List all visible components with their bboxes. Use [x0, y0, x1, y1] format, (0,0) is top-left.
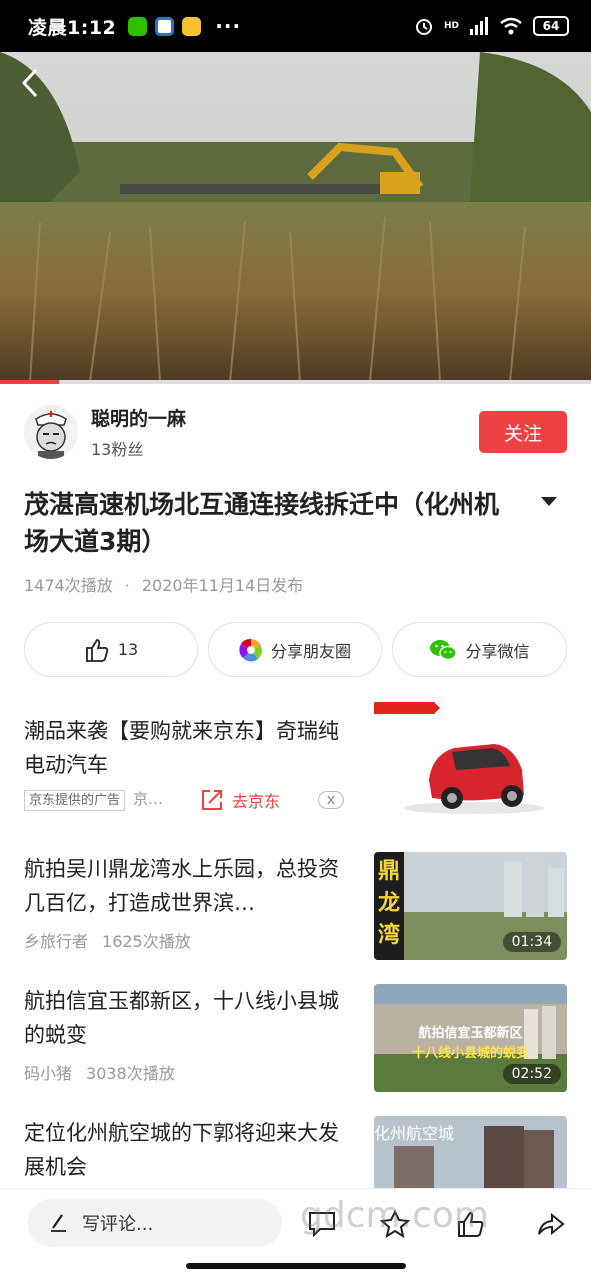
like-button[interactable]: 13 — [24, 622, 198, 677]
expand-title-icon[interactable] — [539, 494, 559, 508]
comment-input[interactable]: 写评论... — [28, 1199, 282, 1247]
comment-placeholder: 写评论... — [82, 1214, 154, 1235]
view-count: 1474次播放 — [24, 576, 113, 595]
like-count: 13 — [117, 640, 139, 659]
list-item-meta: 码小猪 3038次播放 — [24, 1060, 175, 1084]
thumbnail-caption: 航拍信宜玉都新区 十八线小县城的蜕变 — [374, 1024, 567, 1064]
share-icon[interactable] — [536, 1209, 566, 1239]
list-item-plays: 1625次播放 — [102, 932, 191, 951]
list-item-thumbnail[interactable]: 鼎龙湾 01:34 — [374, 852, 567, 960]
author-name[interactable]: 聪明的一麻 — [91, 404, 186, 431]
external-link-icon — [202, 790, 222, 810]
messenger-app-icon — [155, 16, 175, 36]
share-moments-label: 分享朋友圈 — [270, 641, 351, 661]
screen: 凌晨1:12 ··· HD 64 聪明的一麻 13粉丝 关注 茂湛高速机场北互通… — [0, 0, 591, 1280]
list-item-title: 航拍吴川鼎龙湾水上乐园，总投资几百亿，打造成世界滨… — [24, 857, 339, 915]
wifi-icon — [500, 17, 522, 35]
status-bar: 凌晨1:12 ··· HD 64 — [0, 0, 591, 52]
avatar[interactable] — [24, 405, 78, 459]
avatar-image — [24, 405, 78, 459]
list-item[interactable]: 航拍吴川鼎龙湾水上乐园，总投资几百亿，打造成世界滨… 乡旅行者 1625次播放 鼎… — [24, 852, 567, 960]
thumbs-up-icon — [85, 638, 109, 662]
share-wechat-label: 分享微信 — [465, 641, 530, 661]
ad-cta-label: 去京东 — [232, 792, 281, 811]
thumbnail-caption-line-2: 十八线小县城的蜕变 — [411, 1046, 529, 1061]
signal-icon — [470, 17, 488, 35]
duration-badge: 02:52 — [502, 1064, 561, 1084]
back-icon[interactable] — [18, 66, 42, 100]
author-row: 聪明的一麻 13粉丝 关注 — [24, 404, 567, 460]
status-app-icons — [128, 16, 202, 36]
list-item-thumbnail[interactable]: 航拍信宜玉都新区 十八线小县城的蜕变 02:52 — [374, 984, 567, 1092]
list-item-title: 航拍信宜玉都新区，十八线小县城的蜕变 — [24, 989, 339, 1047]
ad-title: 潮品来袭【要购就来京东】奇瑞纯电动汽车 — [24, 719, 339, 777]
list-item-title: 定位化州航空城的下郭将迎来大发展机会 — [24, 1121, 339, 1179]
moments-icon — [239, 638, 262, 661]
list-item-author: 乡旅行者 — [24, 932, 89, 951]
share-wechat-button[interactable]: 分享微信 — [392, 622, 567, 677]
publish-date: 2020年11月14日发布 — [141, 576, 304, 595]
ad-source: 京… — [133, 790, 164, 808]
list-item[interactable]: 航拍信宜玉都新区，十八线小县城的蜕变 码小猪 3038次播放 航拍信宜玉都新区 十… — [24, 984, 567, 1092]
status-time: 凌晨1:12 — [28, 16, 117, 39]
list-item[interactable]: 定位化州航空城的下郭将迎来大发展机会 化州航空城 — [24, 1116, 567, 1188]
video-meta: 1474次播放 · 2020年11月14日发布 — [24, 572, 303, 596]
close-icon — [327, 795, 335, 805]
share-moments-button[interactable]: 分享朋友圈 — [208, 622, 382, 677]
video-frame — [0, 52, 591, 382]
thumbnail-caption: 化州航空城 — [374, 1124, 455, 1143]
author-fans: 13粉丝 — [91, 440, 144, 459]
alarm-icon — [415, 19, 432, 35]
author-info: 聪明的一麻 13粉丝 — [91, 404, 186, 460]
wechat-icon — [128, 16, 148, 36]
video-player[interactable] — [0, 52, 591, 382]
bottom-bar: 写评论... gdcm.com — [0, 1188, 591, 1280]
ad-item[interactable]: 潮品来袭【要购就来京东】奇瑞纯电动汽车 京东提供的广告 京… 去京东 — [24, 700, 567, 826]
ad-close-button[interactable] — [318, 791, 344, 809]
watermark: gdcm.com — [300, 1195, 489, 1236]
action-row: 13 分享朋友圈 分享微信 — [24, 622, 567, 677]
meta-separator: · — [124, 576, 130, 595]
home-indicator[interactable] — [186, 1263, 406, 1269]
list-item-meta: 乡旅行者 1625次播放 — [24, 928, 191, 952]
notes-app-icon — [182, 16, 202, 36]
network-label: HD — [443, 21, 459, 31]
list-item-plays: 3038次播放 — [86, 1064, 175, 1083]
video-progress-fill — [0, 380, 60, 384]
duration-badge: 01:34 — [502, 932, 561, 952]
ad-image[interactable] — [374, 700, 567, 826]
list-item-thumbnail[interactable]: 化州航空城 — [374, 1116, 567, 1188]
thumbnail-caption-line-1: 航拍信宜玉都新区 — [418, 1026, 523, 1041]
list-item-author: 码小猪 — [24, 1064, 73, 1083]
follow-button[interactable]: 关注 — [479, 411, 567, 453]
wechat-icon — [430, 639, 458, 660]
ad-cta-button[interactable]: 去京东 — [200, 788, 280, 812]
pen-icon — [51, 1214, 66, 1232]
thumbnail-caption: 鼎龙湾 — [377, 859, 400, 948]
car-illustration — [374, 702, 544, 814]
ad-tag: 京东提供的广告 — [24, 790, 126, 811]
ad-meta: 京东提供的广告 京… 去京东 — [24, 788, 344, 811]
video-progress-bar[interactable] — [0, 380, 591, 384]
battery-icon: 64 — [533, 16, 569, 36]
more-status-indicator: ··· — [215, 14, 242, 38]
video-title: 茂湛高速机场北互通连接线拆迁中（化州机场大道3期） — [24, 490, 500, 556]
status-right: HD 64 — [414, 16, 569, 36]
